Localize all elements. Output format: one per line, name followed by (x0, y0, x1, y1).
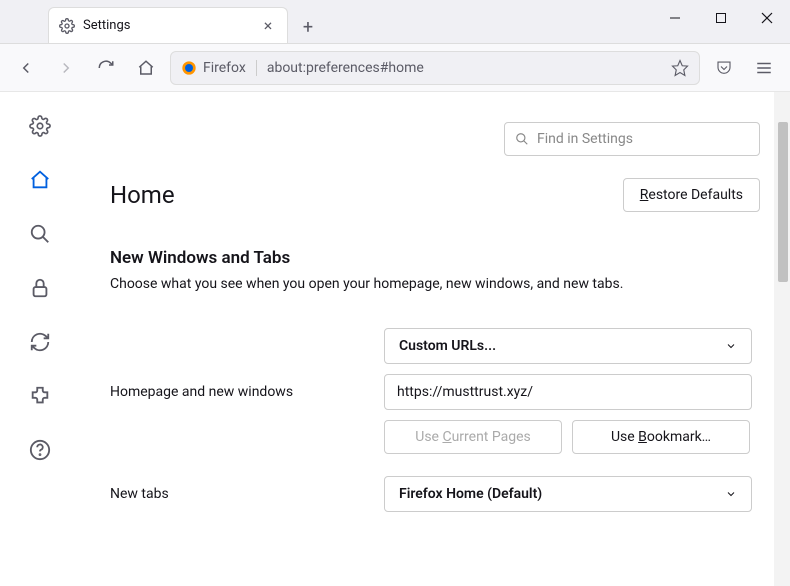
identity-box[interactable]: Firefox (181, 60, 257, 76)
minimize-button[interactable] (652, 0, 698, 36)
bookmark-star-icon[interactable] (671, 59, 689, 77)
sidebar-extensions[interactable] (28, 384, 52, 408)
sidebar-general[interactable] (28, 114, 52, 138)
sidebar-home[interactable] (28, 168, 52, 192)
use-bookmark-button[interactable]: Use Bookmark… (572, 420, 750, 454)
homepage-label: Homepage and new windows (110, 384, 372, 400)
content-area: Find in Settings Home Restore Defaults N… (0, 92, 790, 586)
sidebar-search[interactable] (28, 222, 52, 246)
home-button[interactable] (130, 52, 162, 84)
section-description: Choose what you see when you open your h… (110, 276, 760, 292)
newtabs-label: New tabs (110, 486, 372, 502)
restore-defaults-button[interactable]: Restore Defaults (623, 178, 760, 212)
maximize-button[interactable] (698, 0, 744, 36)
url-bar[interactable]: Firefox about:preferences#home (170, 51, 700, 85)
section-heading: New Windows and Tabs (110, 248, 760, 268)
browser-tab[interactable]: Settings × (48, 7, 288, 43)
back-button[interactable] (10, 52, 42, 84)
titlebar: Settings × + (0, 0, 790, 44)
menu-button[interactable] (748, 52, 780, 84)
vertical-scrollbar[interactable] (774, 92, 790, 586)
page-title: Home (110, 181, 175, 209)
use-current-pages-button: Use Current Pages (384, 420, 562, 454)
forward-button (50, 52, 82, 84)
pocket-button[interactable] (708, 52, 740, 84)
main-content: Find in Settings Home Restore Defaults N… (80, 92, 790, 586)
gear-icon (59, 18, 75, 34)
chevron-down-icon (725, 340, 737, 352)
firefox-logo-icon (181, 60, 197, 76)
close-window-button[interactable] (744, 0, 790, 36)
homepage-url-input[interactable] (384, 374, 752, 410)
reload-button[interactable] (90, 52, 122, 84)
search-icon (515, 132, 529, 146)
new-tab-button[interactable]: + (292, 11, 324, 43)
homepage-mode-select[interactable]: Custom URLs... (384, 328, 752, 364)
tab-title: Settings (83, 18, 251, 33)
toolbar: Firefox about:preferences#home (0, 44, 790, 92)
sidebar-sync[interactable] (28, 330, 52, 354)
sidebar (0, 92, 80, 586)
close-icon[interactable]: × (259, 17, 277, 35)
chevron-down-icon (725, 488, 737, 500)
scrollbar-thumb[interactable] (778, 122, 788, 282)
sidebar-help[interactable] (28, 438, 52, 462)
search-settings-input[interactable]: Find in Settings (504, 122, 760, 156)
window-controls (652, 0, 790, 36)
url-text: about:preferences#home (267, 60, 661, 76)
newtabs-select[interactable]: Firefox Home (Default) (384, 476, 752, 512)
sidebar-privacy[interactable] (28, 276, 52, 300)
